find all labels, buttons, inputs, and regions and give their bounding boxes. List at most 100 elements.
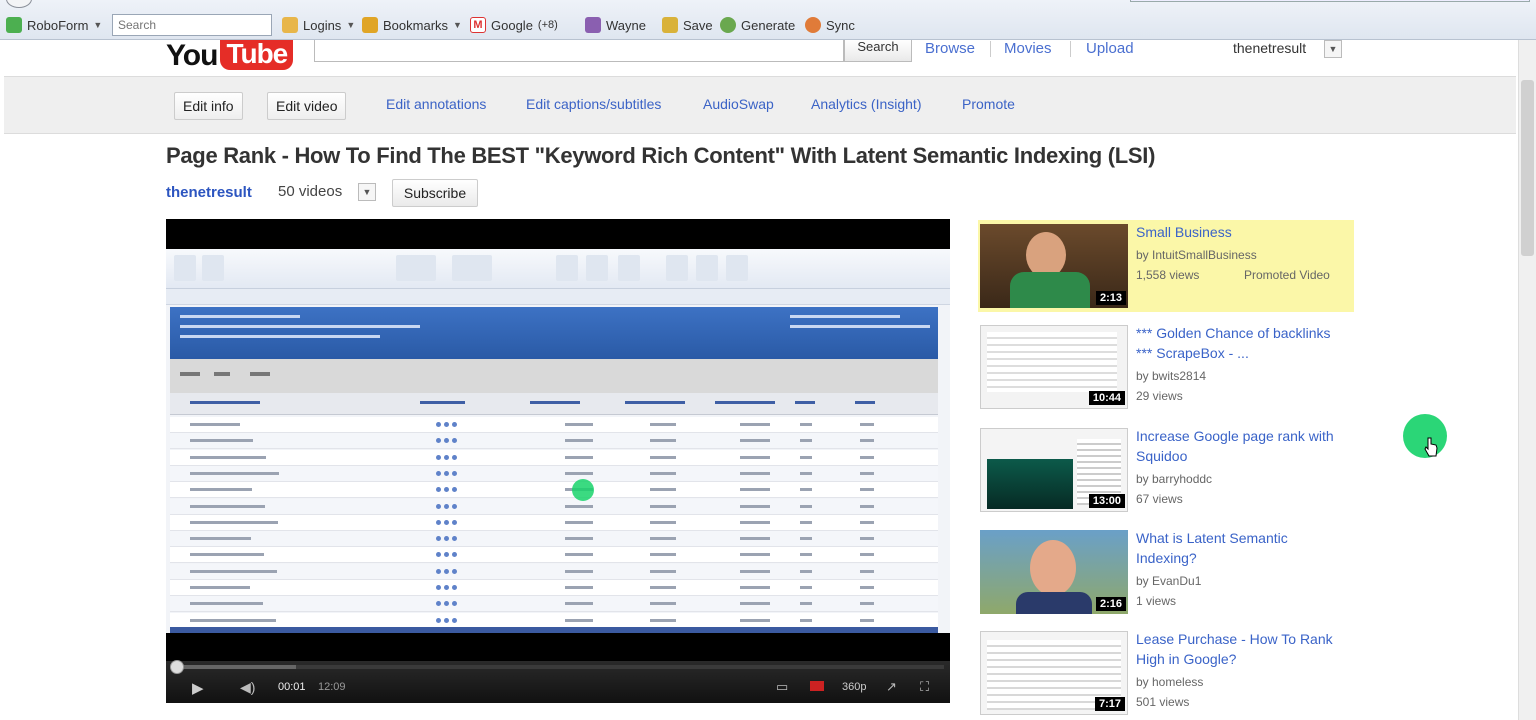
duration-badge: 10:44: [1088, 391, 1125, 405]
google-label: Google: [491, 17, 533, 33]
video-blue-panel: [170, 307, 938, 359]
identity-icon: [585, 17, 601, 33]
captions-icon[interactable]: ▭: [776, 679, 788, 695]
related-video-item[interactable]: 10:44 *** Golden Chance of backlinks ***…: [978, 321, 1354, 413]
video-table-row: [170, 482, 938, 499]
related-video-item[interactable]: 2:13 Small Business by IntuitSmallBusine…: [978, 220, 1354, 312]
video-table-row: [170, 433, 938, 450]
video-table-row: [170, 563, 938, 580]
video-table-header: [170, 393, 938, 415]
video-player[interactable]: ▶ ◀) 00:01 12:09 ▭ 360p ↗ ⛶: [166, 219, 950, 703]
logins-menu[interactable]: Logins ▼: [282, 14, 355, 36]
nav-upload[interactable]: Upload: [1086, 40, 1134, 57]
quality-selector[interactable]: 360p: [842, 681, 866, 693]
roboform-menu[interactable]: RoboForm ▼: [6, 14, 102, 36]
audioswap-link[interactable]: AudioSwap: [703, 96, 774, 112]
roboform-icon: [6, 17, 22, 33]
edit-annotations-link[interactable]: Edit annotations: [386, 96, 486, 112]
related-video-title[interactable]: What is Latent Semantic Indexing?: [1136, 528, 1336, 568]
nav-separator: [1070, 41, 1071, 57]
sync-label: Sync: [826, 17, 855, 33]
related-video-uploader[interactable]: by IntuitSmallBusiness: [1136, 248, 1257, 262]
chevron-down-icon[interactable]: ▼: [358, 183, 376, 201]
related-video-views: 1 views: [1136, 594, 1177, 608]
related-video-title[interactable]: Lease Purchase - How To Rank High in Goo…: [1136, 629, 1336, 669]
bookmarks-label: Bookmarks: [383, 17, 449, 33]
wayne-label: Wayne: [606, 17, 646, 33]
related-video-uploader[interactable]: by barryhoddc: [1136, 472, 1212, 486]
edit-video-button[interactable]: Edit video: [267, 92, 347, 120]
related-video-title[interactable]: Small Business: [1136, 222, 1336, 242]
sync-button[interactable]: Sync: [805, 14, 855, 36]
related-video-item[interactable]: 2:16 What is Latent Semantic Indexing? b…: [978, 526, 1354, 618]
chevron-down-icon: ▼: [346, 20, 356, 30]
nav-movies[interactable]: Movies: [1004, 40, 1052, 57]
scrubber-handle[interactable]: [170, 660, 184, 674]
save-button[interactable]: Save: [662, 14, 713, 36]
video-thumbnail[interactable]: 7:17: [980, 631, 1128, 715]
chevron-down-icon: ▼: [453, 20, 462, 30]
toolbar-search-input[interactable]: [112, 14, 272, 36]
duration-badge: 7:17: [1094, 697, 1125, 711]
promote-link[interactable]: Promote: [962, 96, 1015, 112]
nav-browse[interactable]: Browse: [925, 40, 975, 57]
video-frame: [166, 249, 950, 633]
related-video-uploader[interactable]: by bwits2814: [1136, 369, 1206, 383]
bookmarks-menu[interactable]: Bookmarks ▼: [362, 14, 462, 36]
generate-icon: [720, 17, 736, 33]
promoted-label: Promoted Video: [1244, 268, 1330, 282]
video-thumbnail[interactable]: 10:44: [980, 325, 1128, 409]
video-table-row: [170, 596, 938, 613]
edit-info-button[interactable]: Edit info: [174, 92, 243, 120]
play-icon[interactable]: ▶: [192, 679, 204, 697]
bookmark-icon: [362, 17, 378, 33]
annotations-icon[interactable]: [810, 681, 824, 691]
page-scrollbar[interactable]: [1518, 40, 1536, 720]
window-frame-fragment: [1130, 0, 1530, 2]
popout-icon[interactable]: ↗: [886, 679, 897, 695]
account-username[interactable]: thenetresult: [1233, 40, 1306, 56]
edit-captions-link[interactable]: Edit captions/subtitles: [526, 96, 661, 112]
identity-wayne[interactable]: Wayne: [585, 14, 646, 36]
video-thumbnail[interactable]: 2:13: [980, 224, 1128, 308]
related-video-views: 501 views: [1136, 695, 1190, 709]
video-thumbnail[interactable]: 2:16: [980, 530, 1128, 614]
related-video-title[interactable]: *** Golden Chance of backlinks *** Scrap…: [1136, 323, 1336, 363]
search-button[interactable]: Search: [844, 40, 912, 62]
click-highlight-dot: [572, 479, 594, 501]
subscribe-button[interactable]: Subscribe: [392, 179, 478, 207]
video-grey-strip: [170, 359, 938, 393]
related-video-uploader[interactable]: by homeless: [1136, 675, 1203, 689]
browser-back-button[interactable]: [6, 0, 32, 8]
volume-icon[interactable]: ◀): [240, 679, 255, 696]
fullscreen-icon[interactable]: ⛶: [920, 679, 929, 695]
related-video-item[interactable]: 7:17 Lease Purchase - How To Rank High i…: [978, 627, 1354, 719]
progress-bar[interactable]: [172, 665, 944, 669]
google-count: (+8): [537, 19, 558, 31]
analytics-link[interactable]: Analytics (Insight): [811, 96, 921, 112]
video-table-row: [170, 547, 938, 564]
youtube-search-input[interactable]: [314, 40, 844, 62]
channel-link[interactable]: thenetresult: [166, 184, 252, 201]
folder-icon: [282, 17, 298, 33]
chevron-down-icon[interactable]: ▼: [1324, 40, 1342, 58]
video-quickbar: [166, 289, 950, 305]
related-video-uploader[interactable]: by EvanDu1: [1136, 574, 1201, 588]
save-icon: [662, 17, 678, 33]
roboform-label: RoboForm: [27, 17, 89, 33]
video-title: Page Rank - How To Find The BEST "Keywor…: [166, 143, 1156, 168]
video-table-row: [170, 417, 938, 433]
chevron-down-icon: ▼: [93, 20, 103, 30]
browser-toolbar: RoboForm ▼ Logins ▼ Bookmarks ▼ M Google…: [0, 0, 1536, 40]
buffer-bar: [172, 665, 296, 669]
related-video-title[interactable]: Increase Google page rank with Squidoo: [1136, 426, 1336, 466]
generate-button[interactable]: Generate: [720, 14, 795, 36]
google-bookmark[interactable]: M Google (+8): [470, 14, 558, 36]
youtube-logo[interactable]: You Tube: [166, 40, 294, 71]
gmail-icon: M: [470, 17, 486, 33]
video-thumbnail[interactable]: 13:00: [980, 428, 1128, 512]
video-table-row: [170, 449, 938, 466]
related-video-item[interactable]: 13:00 Increase Google page rank with Squ…: [978, 424, 1354, 516]
generate-label: Generate: [741, 17, 796, 33]
scrollbar-thumb[interactable]: [1521, 80, 1534, 256]
